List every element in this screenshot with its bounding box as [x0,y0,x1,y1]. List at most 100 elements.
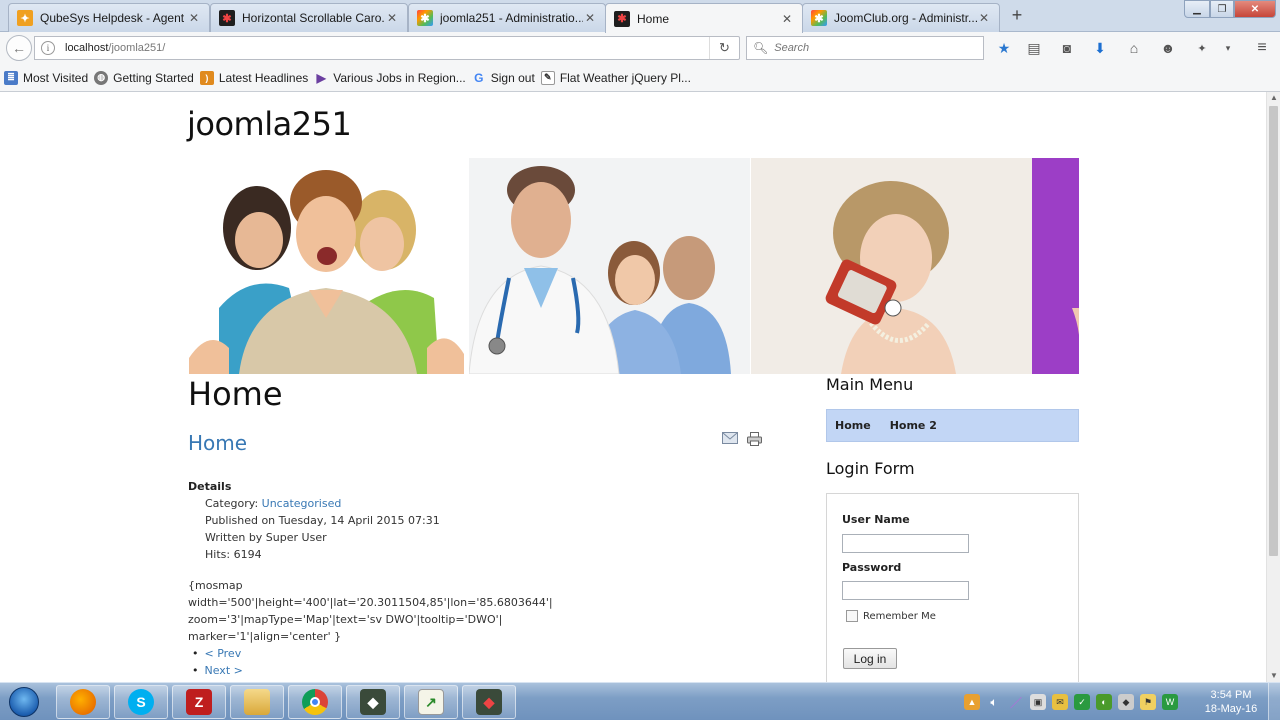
tray-icon[interactable]: ⚑ [1140,694,1156,710]
new-tab-button[interactable]: + [1006,5,1028,27]
taskbar-filezilla[interactable]: Z [172,685,226,719]
tray-icon[interactable]: ✓ [1074,694,1090,710]
taskbar-firefox[interactable] [56,685,110,719]
search-input[interactable] [774,42,983,54]
bookmarks-toolbar: ≣ Most Visited ◍ Getting Started ) Lates… [0,64,1280,92]
taskbar-explorer[interactable] [230,685,284,719]
url-bar[interactable]: i localhost/joomla251/ ↻ [34,36,740,60]
next-link[interactable]: Next > [205,662,243,679]
remember-me-checkbox[interactable] [846,610,858,622]
tab-joomla-admin[interactable]: ✱ joomla251 - Administratio... ✕ [408,3,606,32]
header-banner-image [189,158,1079,374]
bookmark-latest-headlines[interactable]: ) Latest Headlines [199,70,308,85]
url-host: localhost [65,42,109,54]
bookmark-various-jobs[interactable]: ▶ Various Jobs in Region... [314,71,466,85]
pen-icon[interactable]: ／ [1008,694,1024,710]
show-desktop-button[interactable] [1268,683,1280,721]
start-button[interactable] [4,685,44,719]
site-title[interactable]: joomla251 [187,105,352,143]
back-arrow-icon: ← [12,40,26,56]
password-field[interactable] [842,581,969,600]
scroll-down-icon[interactable]: ▼ [1267,670,1280,682]
taskbar-chart-app[interactable]: ↗ [404,685,458,719]
banner-panel-woman-radio [751,158,1032,374]
taskbar-app-green[interactable]: ◆ [346,685,400,719]
url-path: /joomla251/ [108,42,166,54]
bookmark-getting-started[interactable]: ◍ Getting Started [94,70,194,85]
scroll-up-icon[interactable]: ▲ [1267,92,1280,104]
prev-link[interactable]: < Prev [205,645,242,662]
overflow-chevron-icon[interactable]: ▾ [1218,38,1238,58]
article-category: Category: Uncategorised [205,497,342,510]
close-tab-icon[interactable]: ✕ [583,11,597,25]
close-tab-icon[interactable]: ✕ [187,11,201,25]
page-scrollbar[interactable]: ▲ ▼ [1266,92,1280,682]
close-tab-icon[interactable]: ✕ [385,11,399,25]
remember-me-label[interactable]: Remember Me [863,611,936,622]
scrollbar-thumb[interactable] [1269,106,1278,556]
banner-panel-people [189,158,467,374]
page-heading: Home [188,375,283,413]
tab-qubesys-helpdesk[interactable]: ✦ QubeSys Helpdesk - Agent ✕ [8,3,210,32]
url-text[interactable]: localhost/joomla251/ [65,42,709,54]
window-controls: ▁ ❐ ✕ [1184,0,1276,18]
hamburger-menu-icon[interactable]: ≡ [1252,38,1272,58]
triangle-icon: ▶ [316,70,326,85]
close-tab-icon[interactable]: ✕ [780,12,794,26]
home-icon[interactable]: ⌂ [1124,38,1144,58]
search-bar[interactable]: 🔍︎ [746,36,984,60]
back-button[interactable]: ← [6,35,32,61]
skype-icon: S [128,689,154,715]
tray-icon[interactable]: W [1162,694,1178,710]
article-author: Written by Super User [205,531,327,544]
menu-item-home-2[interactable]: Home 2 [890,419,937,432]
close-window-button[interactable]: ✕ [1234,0,1276,18]
email-icon[interactable] [722,432,738,444]
network-icon[interactable]: ▣ [1030,694,1046,710]
site-info-icon[interactable]: i [41,41,55,55]
article-pagination: < Prev Next > [192,645,243,679]
downloads-icon[interactable]: ⬇ [1090,38,1110,58]
tray-icon[interactable]: ◆ [1118,694,1134,710]
tab-home[interactable]: ✱ Home ✕ [605,3,803,33]
reload-icon[interactable]: ↻ [709,37,739,59]
tray-icon[interactable]: ◐ [1096,694,1112,710]
taskbar-skype[interactable]: S [114,685,168,719]
chart-app-icon: ↗ [418,689,444,715]
joomla-icon: ✱ [417,10,433,26]
username-field[interactable] [842,534,969,553]
app-icon: ◆ [476,689,502,715]
bookmarks-icon: ≣ [4,70,18,85]
bookmark-flat-weather[interactable]: ✎ Flat Weather jQuery Pl... [540,70,691,85]
taskbar-clock[interactable]: 3:54 PM 18-May-16 [1196,688,1266,716]
browser-tab-strip: ✦ QubeSys Helpdesk - Agent ✕ ✱ Horizonta… [0,0,1280,33]
taskbar-app-red[interactable]: ◆ [462,685,516,719]
login-button[interactable]: Log in [843,648,897,669]
bookmark-most-visited[interactable]: ≣ Most Visited [4,70,88,85]
maximize-button[interactable]: ❐ [1210,0,1234,18]
taskbar-chrome[interactable] [288,685,342,719]
pocket-icon[interactable]: ◙ [1057,38,1077,58]
menu-item-home[interactable]: Home [835,419,871,432]
pagination-next-item: Next > [192,662,243,679]
pagination-prev-item: < Prev [192,645,243,662]
tab-horizontal-carousel[interactable]: ✱ Horizontal Scrollable Caro... ✕ [210,3,408,32]
bookmark-star-icon[interactable]: ★ [994,38,1014,58]
tray-icon[interactable]: ▲ [964,694,980,710]
tray-icon[interactable]: ✉ [1052,694,1068,710]
bookmarks-menu-icon[interactable]: ▤ [1024,38,1044,58]
bookmark-sign-out[interactable]: G Sign out [472,71,535,85]
volume-icon[interactable]: 🔈︎ [986,694,1002,710]
tab-joomclub-admin[interactable]: ✱ JoomClub.org - Administr... ✕ [802,3,1000,32]
addon-icon[interactable]: ✦ [1192,38,1212,58]
minimize-button[interactable]: ▁ [1184,0,1210,18]
print-icon[interactable] [747,432,762,446]
page-icon: ✎ [540,70,555,85]
category-link[interactable]: Uncategorised [262,497,342,510]
article-title-link[interactable]: Home [188,431,247,455]
close-tab-icon[interactable]: ✕ [977,11,991,25]
hello-icon[interactable]: ☻ [1158,38,1178,58]
windows-taskbar: S Z ◆ ↗ ◆ ▲ 🔈︎ ／ ▣ ✉ ✓ ◐ ◆ ⚑ W 3:54 PM 1… [0,682,1280,721]
password-label: Password [842,561,902,574]
joomla-icon: ✱ [811,10,827,26]
